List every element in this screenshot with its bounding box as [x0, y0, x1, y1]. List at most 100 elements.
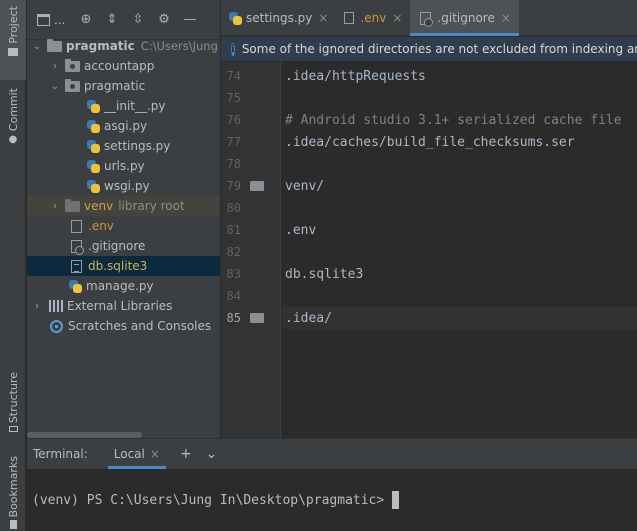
- locate-icon[interactable]: ⊕: [73, 9, 99, 31]
- gitignore-file-icon: [71, 239, 84, 255]
- expand-all-icon[interactable]: ⇕: [99, 9, 125, 31]
- tree-item-label: urls.py: [104, 159, 145, 173]
- code-line[interactable]: venv/: [282, 175, 637, 197]
- line-number: 84: [226, 289, 241, 303]
- chevron-right-icon[interactable]: ›: [49, 201, 61, 212]
- project-toolbar: ... ⊕ ⇕ ⇳ ⚙ —: [27, 0, 220, 40]
- collapse-all-icon[interactable]: ⇳: [125, 9, 151, 31]
- line-number: 75: [226, 91, 241, 105]
- tree-item-urls[interactable]: urls.py: [27, 156, 220, 176]
- chevron-down-icon[interactable]: ⌄: [206, 446, 218, 462]
- tree-root[interactable]: ⌄ pragmatic C:\Users\Jung: [27, 36, 220, 56]
- tree-item-manage[interactable]: manage.py: [27, 276, 220, 296]
- package-folder-icon: [65, 58, 80, 72]
- terminal-body[interactable]: (venv) PS C:\Users\Jung In\Desktop\pragm…: [27, 469, 637, 509]
- tree-item-label: wsgi.py: [104, 179, 150, 193]
- folder-icon: [250, 181, 264, 191]
- code-line[interactable]: db.sqlite3: [282, 263, 637, 285]
- code-editor[interactable]: .idea/httpRequests # Android studio 3.1+…: [282, 62, 637, 438]
- tree-item-label: __init__.py: [104, 99, 166, 113]
- library-root-tag: library root: [118, 199, 185, 213]
- structure-icon: [8, 426, 18, 432]
- commit-tool-tab[interactable]: Commit ●: [0, 88, 26, 148]
- line-number: 78: [226, 157, 241, 171]
- tree-item-asgi[interactable]: asgi.py: [27, 116, 220, 136]
- tree-item-label: venv: [84, 199, 114, 213]
- chevron-down-icon[interactable]: ⌄: [49, 81, 61, 92]
- line-number: 79: [221, 175, 281, 197]
- window-icon: [37, 13, 50, 26]
- tree-item-gitignore[interactable]: .gitignore: [27, 236, 220, 256]
- structure-tool-tab[interactable]: Structure: [0, 372, 26, 432]
- tree-item-pragmatic[interactable]: ⌄ pragmatic: [27, 76, 220, 96]
- tree-item-label: Scratches and Consoles: [68, 319, 212, 333]
- tree-item-label: manage.py: [86, 279, 154, 293]
- line-number: 82: [226, 245, 241, 259]
- close-icon[interactable]: ×: [392, 11, 402, 25]
- tab-env[interactable]: .env ×: [336, 0, 410, 36]
- chevron-right-icon[interactable]: ›: [31, 301, 43, 312]
- tab-label: settings.py: [246, 11, 313, 25]
- chevron-right-icon[interactable]: ›: [49, 61, 61, 72]
- terminal-title: Terminal:: [33, 447, 88, 461]
- terminal-tab-label: Local: [113, 447, 145, 461]
- close-icon[interactable]: ×: [150, 447, 160, 461]
- python-file-icon: [87, 99, 100, 113]
- code-line[interactable]: [282, 241, 637, 263]
- left-tool-strip: Project Commit ● Structure Bookmarks: [0, 0, 26, 531]
- tree-item-label: asgi.py: [104, 119, 148, 133]
- project-tool-tab[interactable]: Project: [0, 0, 26, 80]
- bookmarks-tool-tab[interactable]: Bookmarks: [0, 456, 26, 531]
- project-tool-label: Project: [6, 6, 20, 44]
- gitignore-file-icon: [420, 11, 434, 27]
- code-line-current[interactable]: .idea/: [282, 307, 637, 329]
- python-file-icon: [87, 179, 100, 193]
- close-icon[interactable]: ×: [501, 11, 511, 25]
- hide-icon[interactable]: —: [177, 9, 203, 31]
- tree-item-external-libraries[interactable]: › External Libraries: [27, 296, 220, 316]
- code-line[interactable]: .env: [282, 219, 637, 241]
- code-line[interactable]: .idea/httpRequests: [282, 65, 637, 87]
- file-icon: [71, 219, 82, 233]
- tree-item-accountapp[interactable]: › accountapp: [27, 56, 220, 76]
- terminal-tab-local[interactable]: Local ×: [107, 439, 167, 469]
- chevron-down-icon[interactable]: ⌄: [31, 41, 43, 52]
- tree-item-venv[interactable]: › venv library root: [27, 196, 220, 216]
- tab-label: .gitignore: [437, 11, 495, 25]
- tab-gitignore[interactable]: .gitignore ×: [410, 0, 520, 36]
- file-icon: [344, 12, 355, 24]
- scratches-icon: [50, 319, 63, 333]
- commit-icon: ●: [8, 134, 18, 146]
- tab-settings-py[interactable]: settings.py ×: [221, 0, 336, 36]
- tree-item-settings[interactable]: settings.py: [27, 136, 220, 156]
- add-terminal-icon[interactable]: +: [180, 446, 192, 462]
- python-file-icon: [69, 279, 82, 293]
- close-icon[interactable]: ×: [318, 11, 328, 25]
- tree-root-label: pragmatic: [66, 39, 135, 53]
- database-file-icon: [71, 259, 82, 273]
- tree-item-label: accountapp: [84, 59, 155, 73]
- tree-item-wsgi[interactable]: wsgi.py: [27, 176, 220, 196]
- notice-bar: i Some of the ignored directories are no…: [221, 37, 637, 61]
- tree-item-label: .env: [88, 219, 114, 233]
- code-line[interactable]: [282, 285, 637, 307]
- terminal-prompt: (venv) PS C:\Users\Jung In\Desktop\pragm…: [32, 492, 385, 508]
- code-line[interactable]: [282, 87, 637, 109]
- code-line-comment[interactable]: # Android studio 3.1+ serialized cache f…: [282, 109, 637, 131]
- tree-item-label: External Libraries: [67, 299, 173, 313]
- notice-text: Some of the ignored directories are not …: [241, 42, 637, 56]
- code-line[interactable]: [282, 153, 637, 175]
- folder-icon: [47, 38, 62, 52]
- tree-item-scratches[interactable]: Scratches and Consoles: [27, 316, 220, 336]
- project-view-selector-label: ...: [54, 12, 66, 27]
- code-line[interactable]: .idea/caches/build_file_checksums.ser: [282, 131, 637, 153]
- structure-tool-label: Structure: [6, 372, 20, 424]
- project-view-selector[interactable]: ...: [37, 13, 73, 27]
- code-line[interactable]: [282, 197, 637, 219]
- gear-icon[interactable]: ⚙: [151, 9, 177, 31]
- tree-item-env[interactable]: .env: [27, 216, 220, 236]
- tree-item-db[interactable]: db.sqlite3: [27, 256, 220, 276]
- tree-item-label: db.sqlite3: [88, 259, 148, 273]
- tree-item-init[interactable]: __init__.py: [27, 96, 220, 116]
- package-folder-icon: [65, 78, 80, 92]
